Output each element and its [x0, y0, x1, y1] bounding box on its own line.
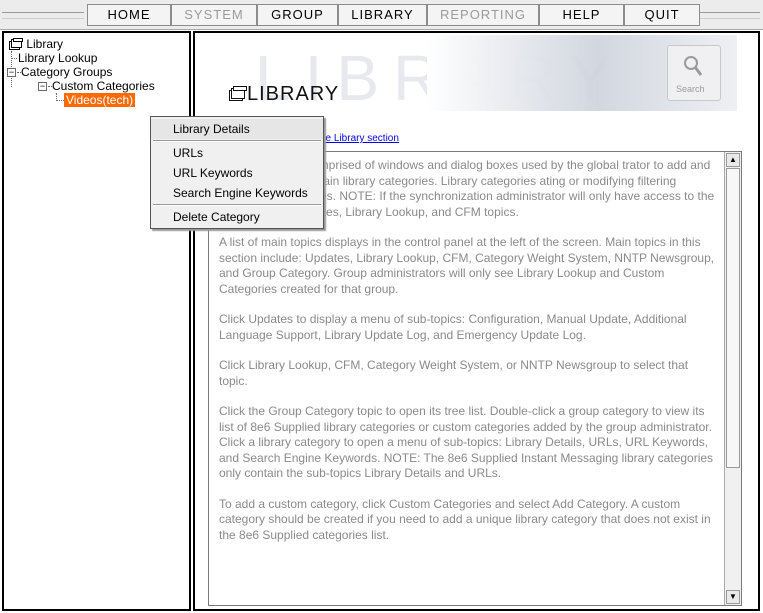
scroll-up-button[interactable]: ▲	[726, 153, 740, 167]
help-paragraph: To add a custom category, click Custom C…	[219, 496, 711, 542]
tree-label-library: Library	[26, 37, 64, 51]
menu-item-url-keywords[interactable]: URL Keywords	[151, 163, 323, 183]
menu-separator	[153, 204, 321, 206]
vertical-scrollbar[interactable]: ▲ ▼	[724, 152, 741, 605]
menu-separator	[153, 140, 321, 142]
scrollbar-thumb[interactable]	[726, 168, 740, 468]
page-title: LIBRARY	[229, 83, 339, 107]
menu-help[interactable]: HELP	[539, 4, 624, 26]
top-menu-bar: HOME SYSTEM GROUP LIBRARY REPORTING HELP…	[0, 0, 763, 30]
tree-connector	[11, 58, 17, 59]
menu-bar-groove-right	[700, 12, 760, 19]
menu-item-library-details[interactable]: Library Details	[151, 119, 323, 139]
menu-bar-groove-left	[2, 12, 84, 19]
menu-library[interactable]: LIBRARY	[338, 4, 427, 26]
collapse-category-groups-icon[interactable]: −	[7, 68, 16, 77]
tree-node-custom-categories[interactable]: Custom Categories	[52, 79, 155, 93]
menu-item-urls[interactable]: URLs	[151, 143, 323, 163]
menu-quit[interactable]: QUIT	[624, 4, 700, 26]
magnifier-icon	[682, 54, 704, 83]
search-label: Search	[676, 84, 705, 94]
menu-group[interactable]: GROUP	[257, 4, 338, 26]
scroll-down-button[interactable]: ▼	[726, 590, 740, 604]
help-paragraph: Click Updates to display a menu of sub-t…	[219, 312, 687, 342]
menu-item-search-engine-keywords[interactable]: Search Engine Keywords	[151, 183, 323, 203]
tree-connector	[56, 100, 64, 101]
menu-reporting: REPORTING	[427, 4, 539, 26]
library-banner: LIBRARY Search LIBRARY	[197, 35, 737, 111]
library-books-icon	[229, 84, 247, 107]
category-context-menu: Library Details URLs URL Keywords Search…	[150, 116, 324, 229]
search-graphic: Search	[667, 45, 721, 101]
tree-node-videos-tech[interactable]: Videos(tech)	[64, 93, 136, 107]
tree-node-category-groups[interactable]: Category Groups	[21, 65, 112, 79]
library-section-link[interactable]: he Library section	[320, 133, 399, 144]
help-paragraph: Click the Group Category topic to open i…	[219, 404, 714, 480]
collapse-custom-categories-icon[interactable]: −	[38, 82, 47, 91]
menu-item-delete-category[interactable]: Delete Category	[151, 207, 323, 227]
menu-system: SYSTEM	[171, 4, 257, 26]
menu-home[interactable]: HOME	[87, 4, 171, 26]
help-paragraph: A list of main topics displays in the co…	[219, 235, 715, 296]
tree-node-library-lookup[interactable]: Library Lookup	[18, 51, 97, 65]
help-paragraph: Click Library Lookup, CFM, Category Weig…	[219, 358, 689, 388]
page-title-text: LIBRARY	[247, 83, 340, 105]
